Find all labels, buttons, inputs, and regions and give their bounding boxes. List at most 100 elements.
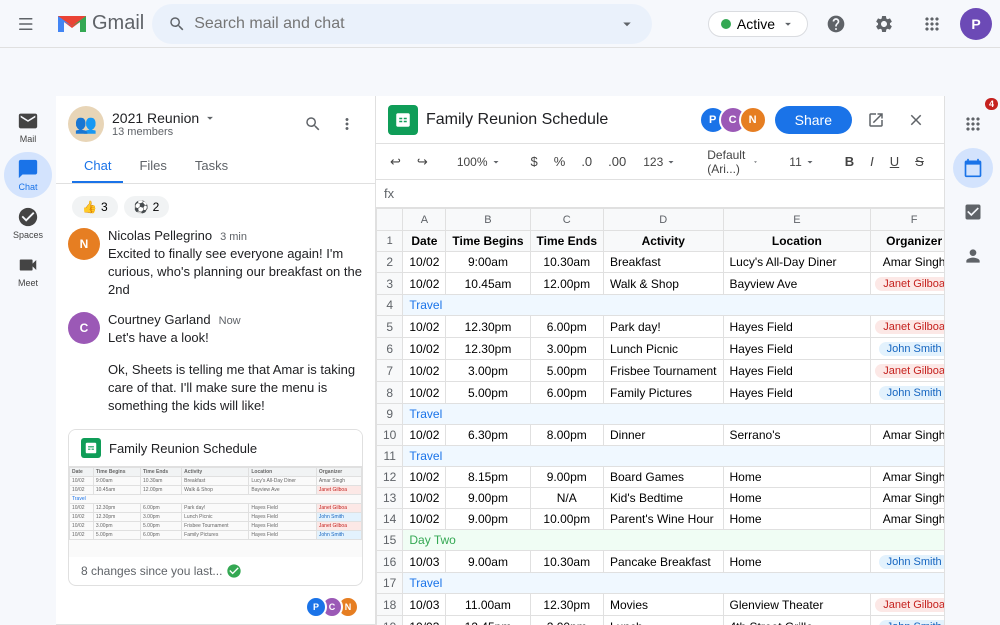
table-row: 2 10/02 9:00am 10.30am Breakfast Lucy's … — [377, 252, 945, 273]
typing-avatars: P C N — [64, 594, 367, 620]
verified-icon — [226, 563, 242, 579]
table-row: 18 10/03 11.00am 12.30pm Movies Glenview… — [377, 594, 945, 616]
table-row: 3 10/02 10.45am 12.00pm Walk & Shop Bayv… — [377, 273, 945, 295]
chat-header: 👥 2021 Reunion 13 members — [56, 96, 375, 142]
sheet-grid-container[interactable]: A B C D E F G 1 Date Time Begins — [376, 208, 944, 625]
sidebar-item-chat[interactable]: Chat — [4, 152, 52, 198]
gmail-logo: Gmail — [56, 12, 144, 36]
bold-button[interactable]: B — [839, 150, 860, 173]
calendar-button[interactable] — [953, 148, 993, 188]
search-input[interactable] — [194, 15, 610, 33]
tab-tasks[interactable]: Tasks — [183, 150, 240, 183]
left-rail: Mail 4 Chat Spaces Meet — [0, 96, 56, 625]
avatar-courtney: C — [68, 312, 100, 344]
chat-tabs: Chat Files Tasks — [56, 142, 375, 184]
message-nicolas: N Nicolas Pellegrino 3 min Excited to fi… — [64, 222, 367, 306]
travel-row: 4 Travel — [377, 295, 945, 316]
search-bar[interactable] — [152, 4, 652, 44]
table-row: 6 10/02 12.30pm 3.00pm Lunch Picnic Haye… — [377, 338, 945, 360]
close-sheet-icon[interactable] — [900, 104, 932, 136]
chat-panel: 👥 2021 Reunion 13 members — [56, 96, 376, 625]
msg-text-courtney1: Let's have a look! — [108, 329, 363, 347]
strikethrough-button[interactable]: S — [909, 150, 930, 173]
message-courtney-1: C Courtney Garland Now Let's have a look… — [64, 306, 367, 353]
right-rail — [944, 96, 1000, 625]
sheet-preview[interactable]: Family Reunion Schedule Date Time Begins… — [68, 429, 363, 586]
hamburger-menu[interactable] — [8, 4, 48, 44]
italic-button[interactable]: I — [864, 150, 880, 173]
user-avatar[interactable]: P — [960, 8, 992, 40]
sheet-preview-title: Family Reunion Schedule — [109, 441, 257, 456]
travel-row: 17 Travel — [377, 573, 945, 594]
more-options-icon[interactable] — [331, 108, 363, 140]
share-button[interactable]: Share — [775, 106, 852, 134]
travel-row: 11 Travel — [377, 446, 945, 467]
soccer-reaction[interactable]: ⚽ 2 — [124, 196, 170, 218]
sidebar-item-mail[interactable]: Mail 4 — [4, 104, 52, 150]
table-row: 13 10/02 9.00pm N/A Kid's Bedtime Home A… — [377, 488, 945, 509]
tab-chat[interactable]: Chat — [72, 150, 123, 183]
table-row: 10 10/02 6.30pm 8.00pm Dinner Serrano's … — [377, 425, 945, 446]
sender-name: Nicolas Pellegrino — [108, 228, 212, 243]
travel-row: 9 Travel — [377, 404, 945, 425]
group-name: 2021 Reunion — [112, 110, 199, 126]
message-courtney-2: Ok, Sheets is telling me that Amar is ta… — [64, 353, 367, 422]
chat-messages[interactable]: 👍 3 ⚽ 2 N Nicolas Pellegrino 3 min Excit… — [56, 184, 375, 624]
changes-text: 8 changes since you last... — [69, 557, 362, 585]
sender-name-courtney: Courtney Garland — [108, 312, 211, 327]
table-row: 14 10/02 9.00pm 10.00pm Parent's Wine Ho… — [377, 509, 945, 530]
formula-input[interactable] — [402, 186, 936, 201]
table-row: 12 10/02 8.15pm 9.00pm Board Games Home … — [377, 467, 945, 488]
table-row: 16 10/03 9.00am 10.30am Pancake Breakfas… — [377, 551, 945, 573]
tasks-button[interactable] — [953, 192, 993, 232]
status-button[interactable]: Active — [708, 11, 808, 37]
table-row: 8 10/02 5.00pm 6.00pm Family Pictures Ha… — [377, 382, 945, 404]
day-two-row: 15 Day Two — [377, 530, 945, 551]
percent-button[interactable]: % — [548, 150, 572, 173]
msg-text-courtney2: Ok, Sheets is telling me that Amar is ta… — [108, 361, 363, 416]
avatar-nicolas: N — [68, 228, 100, 260]
table-row: 19 10/03 12.45pm 2.00pm Lunch 4th Street… — [377, 616, 945, 625]
redo-button[interactable]: ↪ — [411, 150, 434, 174]
sheet-icon — [81, 438, 101, 458]
settings-icon[interactable] — [864, 4, 904, 44]
zoom-select[interactable]: 100% — [450, 152, 509, 172]
sidebar-item-meet[interactable]: Meet — [4, 248, 52, 294]
sheet-title: Family Reunion Schedule — [426, 111, 699, 129]
sheet-toolbar: ↩ ↪ 100% $ % .0 .00 123 Default (Ari...)… — [376, 144, 944, 180]
table-row: 5 10/02 12.30pm 6.00pm Park day! Hayes F… — [377, 316, 945, 338]
grid-header-row: 1 Date Time Begins Time Ends Activity Lo… — [377, 231, 945, 252]
sidebar-item-spaces[interactable]: Spaces — [4, 200, 52, 246]
thumbs-up-reaction[interactable]: 👍 3 — [72, 196, 118, 218]
dropdown-icon — [203, 111, 217, 125]
format-select[interactable]: 123 — [636, 152, 684, 172]
emoji-reactions: 👍 3 ⚽ 2 — [64, 192, 367, 222]
formula-fx: fx — [384, 186, 394, 201]
msg-text: Excited to finally see everyone again! I… — [108, 245, 363, 300]
sheet-header: Family Reunion Schedule P C N Share — [376, 96, 944, 144]
contacts-button[interactable] — [953, 236, 993, 276]
decimal2-button[interactable]: .00 — [602, 150, 632, 173]
font-size-select[interactable]: 11 — [782, 152, 822, 172]
undo-button[interactable]: ↩ — [384, 150, 407, 174]
collab-avatars: P C N — [707, 106, 767, 134]
sheets-app-icon — [388, 105, 418, 135]
group-members: 13 members — [112, 126, 217, 138]
table-row: 7 10/02 3.00pm 5.00pm Frisbee Tournament… — [377, 360, 945, 382]
group-avatar: 👥 — [68, 106, 104, 142]
tab-files[interactable]: Files — [127, 150, 178, 183]
open-external-icon[interactable] — [860, 104, 892, 136]
help-icon[interactable] — [816, 4, 856, 44]
underline-button[interactable]: U — [884, 150, 905, 173]
search-chat-icon[interactable] — [297, 108, 329, 140]
currency-button[interactable]: $ — [525, 150, 544, 173]
google-apps-button[interactable] — [953, 104, 993, 144]
msg-time-now: Now — [219, 315, 241, 327]
collab-avatar-n: N — [739, 106, 767, 134]
formula-bar: fx — [376, 180, 944, 208]
apps-icon[interactable] — [912, 4, 952, 44]
spreadsheet-panel: Family Reunion Schedule P C N Share ↩ ↪ — [376, 96, 944, 625]
msg-time: 3 min — [220, 231, 247, 243]
font-select[interactable]: Default (Ari...) — [700, 145, 766, 179]
decimal-button[interactable]: .0 — [575, 150, 598, 173]
